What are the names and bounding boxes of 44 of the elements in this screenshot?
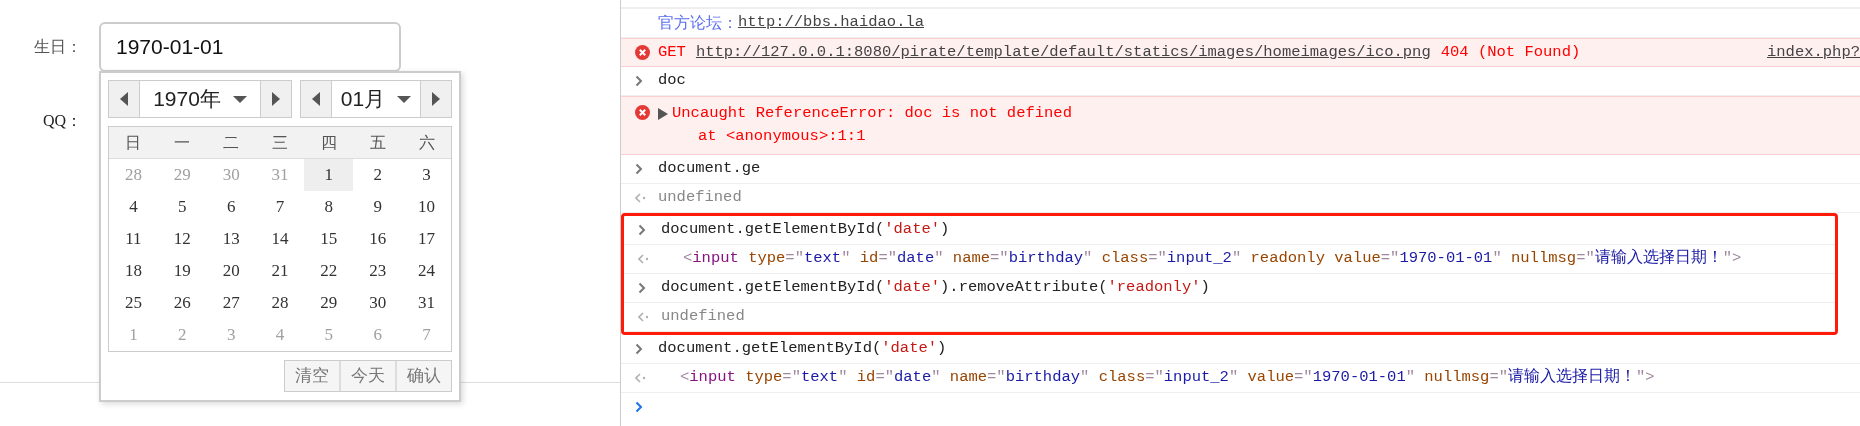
element-output[interactable]: <input type="text" id="date" name="birthday" class="input_2" readonly value="1970-01-01" nullmsg="请输入选择日期！">: [683, 246, 1742, 271]
day-cell[interactable]: 1: [304, 159, 354, 191]
command-text: document.ge: [658, 157, 761, 179]
log-label: 官方论坛：: [658, 12, 738, 34]
weekday-label: 日: [124, 132, 143, 153]
console-link[interactable]: http://bbs.haidao.la: [738, 11, 925, 35]
error-location: at <anonymous>:1:1: [697, 126, 867, 148]
console-result: undefined: [658, 186, 742, 208]
command-text: document.getElementById('date'): [661, 218, 950, 240]
calendar-action-button[interactable]: 确认: [395, 361, 451, 391]
result-arrow-icon: [635, 372, 646, 383]
weekday-label: 六: [417, 132, 436, 153]
command-text: document.getElementById('date').removeAttribute('readonly'): [661, 276, 1210, 298]
field-label: 生日：: [33, 37, 83, 57]
weekday-label: 三: [271, 132, 289, 153]
input-chevron-icon: [635, 342, 643, 355]
command-text: document.getElementById('date'): [658, 337, 947, 359]
calendar-action-button[interactable]: 清空: [285, 361, 339, 391]
weekday-label: 一: [173, 132, 192, 153]
weekday-label: 四: [319, 132, 338, 153]
request-url[interactable]: http://127.0.0.1:8080/pirate/template/default/statics/images/homeimages/ico.png: [695, 40, 1431, 65]
weekday-label: 五: [368, 132, 387, 153]
weekday-label: 二: [222, 132, 241, 153]
calendar-action-button[interactable]: 今天: [339, 361, 395, 391]
input-chevron-icon: [638, 223, 646, 236]
input-chevron-icon: [635, 162, 643, 175]
error-message: Uncaught ReferenceError: doc is not defined: [672, 103, 1072, 124]
console-result: undefined: [661, 305, 745, 327]
command-text: doc: [658, 70, 686, 92]
birthday-field[interactable]: 1970-01-01: [99, 22, 401, 72]
element-output[interactable]: <input type="text" id="date" name="birthday" class="input_2" value="1970-01-01" nullmsg="请输入选择日期！">: [680, 365, 1655, 390]
result-arrow-icon: [638, 311, 649, 322]
error-icon: [635, 45, 650, 60]
prompt-chevron-icon: [635, 401, 643, 413]
expand-triangle-icon[interactable]: [658, 107, 668, 120]
result-arrow-icon: [635, 192, 646, 203]
field-label: QQ：: [41, 111, 83, 131]
status-text: 404 (Not Found): [1440, 41, 1581, 63]
result-arrow-icon: [638, 253, 649, 264]
request-method: GET: [658, 41, 686, 63]
input-chevron-icon: [638, 281, 646, 294]
input-chevron-icon: [635, 75, 643, 87]
error-icon: [635, 105, 650, 120]
source-link[interactable]: index.php?: [1767, 40, 1860, 65]
